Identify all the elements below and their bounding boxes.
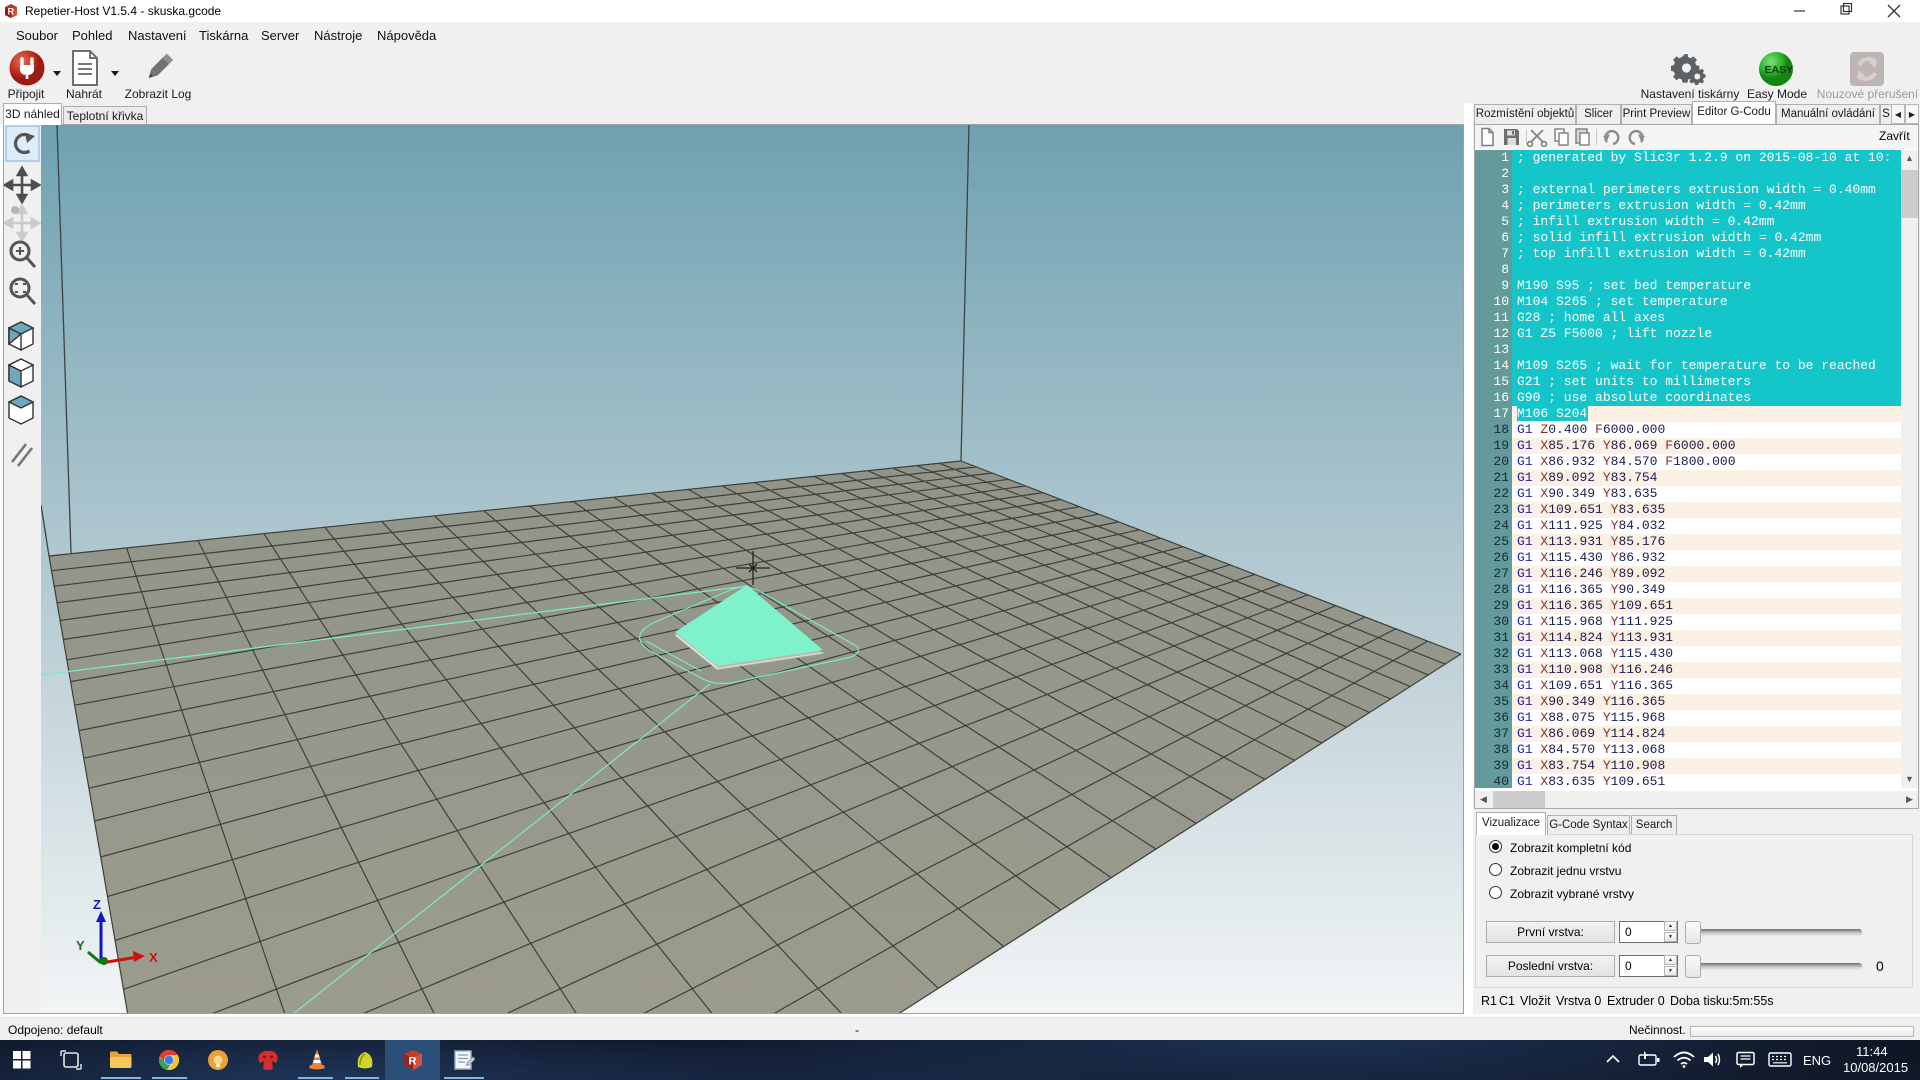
svg-text:X: X [149,950,158,965]
svg-text:EASY: EASY [1765,64,1794,76]
svg-text:R: R [8,7,15,17]
svg-text:Y: Y [76,938,85,953]
svg-text:R: R [409,1056,417,1068]
svg-text:Z: Z [93,897,101,912]
